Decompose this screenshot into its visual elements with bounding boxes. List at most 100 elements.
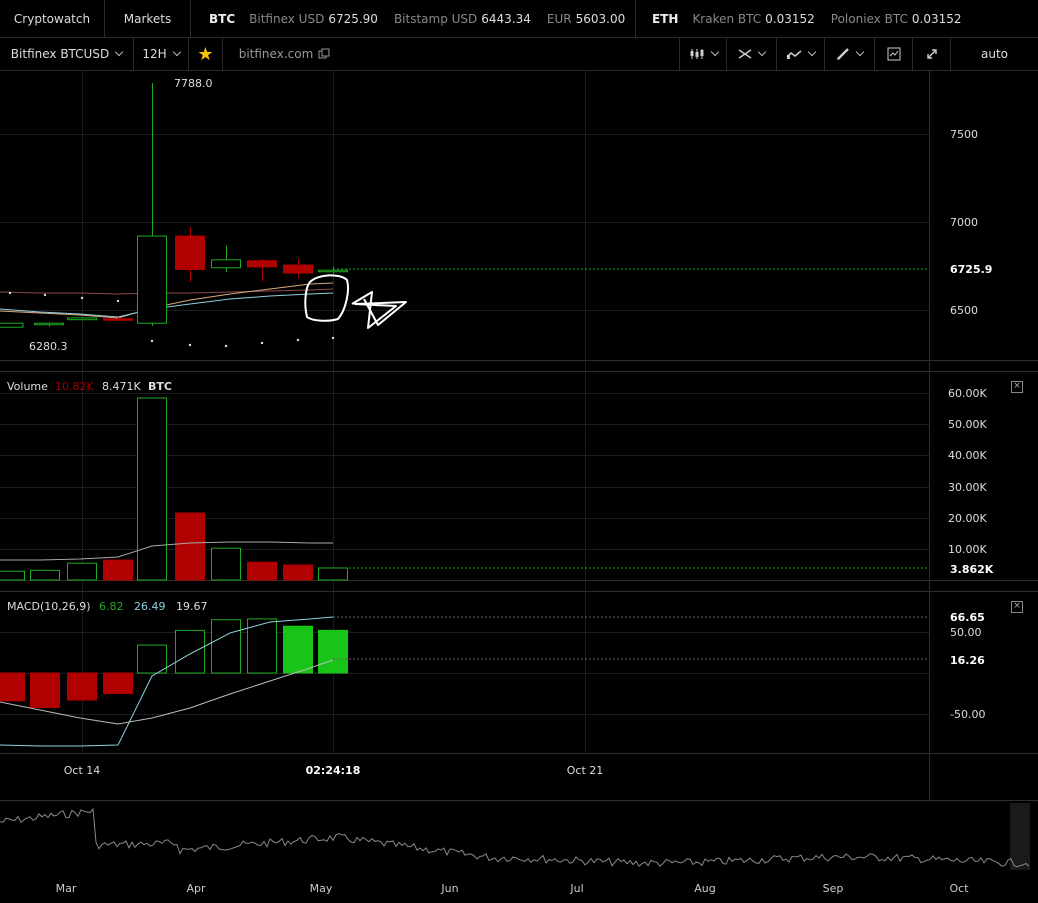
current-volume-label: 3.862K	[950, 563, 994, 576]
dot-marker	[43, 293, 47, 297]
market-dropdown[interactable]: Bitfinex BTCUSD	[0, 38, 134, 70]
ticker-value: 0.03152	[911, 11, 962, 26]
chart-area[interactable]: 7788.0 6280.3 7500 7000 6500 6725.9 Volu…	[0, 70, 1038, 903]
macd-histogram-bar	[67, 672, 97, 701]
favorite-star-icon[interactable]: ★	[189, 38, 223, 70]
scale-toggle[interactable]: auto	[951, 38, 1038, 70]
candle-body	[247, 260, 277, 268]
indicators-button[interactable]	[777, 38, 825, 70]
macd-histogram-bar	[0, 672, 25, 702]
chevron-down-icon	[710, 47, 719, 57]
navigator-month-label: Sep	[823, 882, 844, 895]
volume-label: Volume	[7, 380, 48, 393]
navigator-selection[interactable]	[1010, 803, 1030, 870]
pencil-icon	[837, 48, 849, 60]
volume-bar	[283, 564, 313, 581]
chart-icon	[887, 47, 900, 61]
fullscreen-button[interactable]	[913, 38, 951, 70]
macd-histogram-bar	[318, 629, 348, 674]
close-macd-pane-icon[interactable]: ×	[1011, 601, 1023, 613]
ticker-value: 6725.90	[328, 11, 378, 26]
close-volume-pane-icon[interactable]: ×	[1011, 381, 1023, 393]
time-axis-label: Oct 14	[64, 764, 101, 777]
candles-button[interactable]	[679, 38, 727, 70]
candle-body	[34, 322, 64, 326]
ticker-name: EUR	[546, 11, 572, 26]
markets-link[interactable]: Markets	[105, 0, 191, 37]
external-link-icon	[318, 48, 330, 59]
ticker-value: 0.03152	[765, 11, 815, 26]
indicators-icon	[786, 50, 802, 59]
hand-drawn-circle-shape	[304, 274, 349, 322]
macd-histogram-bar	[137, 644, 167, 674]
ticker-name: Kraken BTC	[692, 11, 762, 26]
navigator-month-label: Apr	[186, 882, 206, 895]
macd-high-label: 66.65	[950, 611, 985, 624]
dot-marker	[188, 343, 192, 347]
expand-icon	[926, 49, 937, 59]
volume-axis-tick: 30.00K	[948, 481, 987, 494]
draw-button[interactable]	[825, 38, 875, 70]
time-axis-label: Oct 21	[567, 764, 604, 777]
price-axis-tick: 7000	[950, 216, 978, 229]
volume-axis-tick: 50.00K	[948, 418, 987, 431]
macd-value-1: 6.82	[99, 600, 124, 613]
dot-marker	[224, 344, 228, 348]
navigator-price-line	[0, 807, 1030, 868]
volume-unit: BTC	[148, 380, 172, 393]
volume-bars	[0, 397, 348, 581]
chevron-down-icon	[114, 47, 124, 57]
navigator-month-label: Oct	[949, 882, 969, 895]
navigator-month-label: May	[310, 882, 333, 895]
dot-marker	[296, 338, 300, 342]
eth-ticker-group[interactable]: ETH Kraken BTC 0.03152 Poloniex BTC 0.0315…	[636, 0, 990, 37]
current-price-label: 6725.9	[950, 263, 992, 276]
dot-marker	[260, 341, 264, 345]
dot-marker	[8, 291, 12, 295]
chart-type-button[interactable]	[875, 38, 913, 70]
crosshair-button[interactable]	[727, 38, 777, 70]
dot-marker	[80, 296, 84, 300]
chart-toolbar: Bitfinex BTCUSD 12H ★ bitfinex.com auto	[0, 38, 1038, 71]
candle-body	[0, 322, 24, 328]
btc-ticker-group[interactable]: BTC Bitfinex USD 6725.90 Bitstamp USD 6443…	[191, 0, 636, 37]
macd-histogram-bar	[175, 629, 205, 674]
dot-marker	[116, 299, 120, 303]
market-label: Bitfinex BTCUSD	[10, 47, 110, 61]
volume-bar	[67, 562, 97, 581]
ticker-name: Poloniex BTC	[830, 11, 908, 26]
brand-link[interactable]: Cryptowatch	[0, 0, 105, 37]
price-axis-tick: 7500	[950, 128, 978, 141]
candle-body	[283, 264, 313, 274]
macd-histogram-bar	[211, 619, 241, 674]
navigator-month-label: Jun	[440, 882, 458, 895]
volume-bar	[175, 512, 205, 581]
volume-bar	[0, 570, 25, 581]
candle-body	[211, 259, 241, 269]
navigator-month-label: Mar	[56, 882, 77, 895]
volume-sell-value: 10.82K	[55, 380, 94, 393]
exchange-link[interactable]: bitfinex.com	[223, 38, 346, 70]
scale-label: auto	[980, 47, 1008, 61]
ticker-value: 6443.34	[481, 11, 531, 26]
volume-axis-tick: 10.00K	[948, 543, 987, 556]
cursor-time-label: 02:24:18	[306, 764, 361, 777]
candle-body	[103, 318, 133, 321]
eth-label: ETH	[652, 11, 679, 26]
price-axis-tick: 6500	[950, 304, 978, 317]
volume-axis-tick: 60.00K	[948, 387, 987, 400]
period-dropdown[interactable]: 12H	[134, 38, 189, 70]
high-label: 7788.0	[174, 77, 213, 90]
ticker-value: 5603.00	[575, 11, 626, 26]
volume-bar	[318, 567, 348, 581]
candle-body	[137, 235, 167, 324]
candles-icon	[690, 49, 703, 59]
low-label: 6280.3	[29, 340, 68, 353]
macd-value-2: 26.49	[134, 600, 166, 613]
brand-label: Cryptowatch	[13, 11, 91, 26]
candle-body	[67, 317, 97, 321]
candle-body	[175, 235, 205, 271]
chevron-down-icon	[172, 47, 181, 57]
volume-bar	[103, 559, 133, 581]
chevron-down-icon	[807, 47, 817, 57]
